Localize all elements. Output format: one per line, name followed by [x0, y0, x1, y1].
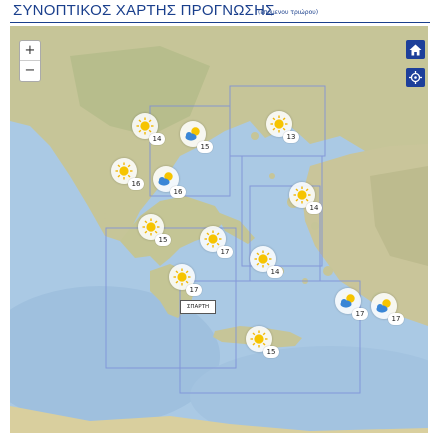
sun-icon [254, 250, 272, 268]
forecast-marker[interactable]: 17 [371, 293, 405, 327]
sun-icon [204, 230, 222, 248]
title-bar: ΣΥΝΟΠΤΙΚΟΣ ΧΑΡΤΗΣ ΠΡΟΓΝΩΣΗΣ (επόμενου τρ… [10, 2, 430, 23]
forecast-marker[interactable]: 16 [111, 158, 145, 192]
forecast-marker[interactable]: 17 [169, 264, 203, 298]
zoom-in-button[interactable]: + [20, 41, 40, 61]
home-button[interactable] [406, 40, 425, 59]
sun-icon [293, 186, 311, 204]
forecast-marker[interactable]: 16 [153, 166, 187, 200]
partly-cloudy-icon [376, 299, 391, 313]
temperature-label: 17 [217, 246, 233, 258]
forecast-marker[interactable]: 17 [335, 288, 369, 322]
sun-icon [136, 117, 154, 135]
forecast-marker[interactable]: 15 [180, 121, 214, 155]
page-subtitle: (επόμενου τριώρου) [258, 9, 319, 16]
temperature-label: 15 [263, 346, 279, 358]
forecast-map[interactable]: + − 14 15 13 16 16 14 15 17 14 17 17 17 15 ΣΠΑΡΤΗ [10, 26, 428, 433]
temperature-label: 17 [186, 284, 202, 296]
locate-button[interactable] [406, 68, 425, 87]
sun-icon [270, 115, 288, 133]
forecast-marker[interactable]: 13 [266, 111, 300, 145]
temperature-label: 17 [352, 308, 368, 320]
partly-cloudy-icon [340, 294, 355, 308]
temperature-label: 14 [267, 266, 283, 278]
temperature-label: 14 [149, 133, 165, 145]
partly-cloudy-icon [185, 127, 200, 141]
temperature-label: 15 [155, 234, 171, 246]
forecast-marker[interactable]: 14 [289, 182, 323, 216]
temperature-label: 14 [306, 202, 322, 214]
forecast-marker[interactable]: 14 [250, 246, 284, 280]
sun-icon [173, 268, 191, 286]
forecast-marker[interactable]: 15 [246, 326, 280, 360]
partly-cloudy-icon [158, 172, 173, 186]
forecast-marker[interactable]: 17 [200, 226, 234, 260]
zoom-control: + − [19, 40, 41, 82]
temperature-label: 17 [388, 313, 404, 325]
page-title: ΣΥΝΟΠΤΙΚΟΣ ΧΑΡΤΗΣ ΠΡΟΓΝΩΣΗΣ [13, 2, 275, 19]
sun-icon [250, 330, 268, 348]
sun-icon [115, 162, 133, 180]
forecast-marker[interactable]: 15 [138, 214, 172, 248]
temperature-label: 13 [283, 131, 299, 143]
zoom-out-button[interactable]: − [20, 61, 40, 80]
forecast-marker[interactable]: 14 [132, 113, 166, 147]
sun-icon [142, 218, 160, 236]
crosshair-icon [409, 71, 422, 84]
home-icon [409, 44, 422, 55]
temperature-label: 15 [197, 141, 213, 153]
temperature-label: 16 [128, 178, 144, 190]
temperature-label: 16 [170, 186, 186, 198]
city-label-sparti[interactable]: ΣΠΑΡΤΗ [180, 300, 216, 314]
